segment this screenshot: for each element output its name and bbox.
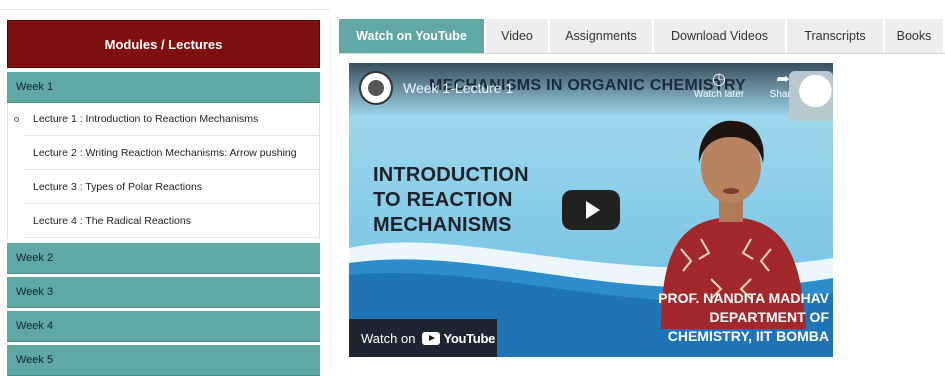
youtube-logo: YouTube: [422, 331, 495, 346]
lecture-list: Lecture 1 : Introduction to Reaction Mec…: [7, 103, 320, 239]
video-overlay-title[interactable]: Week 1-Lecture 1: [403, 80, 513, 96]
professor-caption-line: DEPARTMENT OF: [709, 309, 829, 325]
watch-later-button[interactable]: ◷ Watch later: [689, 71, 749, 100]
play-icon[interactable]: [562, 190, 620, 230]
sidebar-header: Modules / Lectures: [7, 20, 320, 68]
tabs-underline: [339, 53, 945, 54]
modules-sidebar: Modules / Lectures Week 1 Lecture 1 : In…: [5, 18, 322, 376]
week-1-item[interactable]: Week 1: [7, 72, 320, 103]
tab-download-videos[interactable]: Download Videos: [654, 19, 787, 53]
slide-heading-line: TO REACTION: [373, 189, 513, 211]
video-slide-heading: INTRODUCTION TO REACTION MECHANISMS: [373, 163, 529, 238]
tab-watch-on-youtube[interactable]: Watch on YouTube: [339, 19, 486, 53]
youtube-video-player[interactable]: MECHANISMS IN ORGANIC CHEMISTRY Week 1-L…: [349, 63, 833, 357]
week-5-item[interactable]: Week 5: [7, 345, 320, 376]
clock-icon: ◷: [712, 71, 726, 88]
professor-caption-line: PROF. NANDITA MADHAV: [658, 290, 829, 306]
content-tabs: Watch on YouTube Video Assignments Downl…: [339, 19, 945, 54]
lecture-2-link[interactable]: Lecture 2 : Writing Reaction Mechanisms:…: [24, 137, 320, 170]
slide-heading-line: MECHANISMS: [373, 214, 512, 236]
video-right-margin: [833, 63, 945, 357]
week-4-item[interactable]: Week 4: [7, 311, 320, 342]
week-2-item[interactable]: Week 2: [7, 243, 320, 274]
tab-books[interactable]: Books: [885, 19, 945, 53]
top-divider: [0, 9, 330, 10]
tab-assignments[interactable]: Assignments: [550, 19, 654, 53]
week-3-item[interactable]: Week 3: [7, 277, 320, 308]
lecture-3-link[interactable]: Lecture 3 : Types of Polar Reactions: [24, 171, 320, 204]
iit-bombay-logo-icon: [359, 71, 393, 105]
lecture-4-link[interactable]: Lecture 4 : The Radical Reactions: [24, 205, 320, 238]
lecture-1-link[interactable]: Lecture 1 : Introduction to Reaction Mec…: [24, 103, 320, 136]
slide-heading-line: INTRODUCTION: [373, 164, 529, 186]
youtube-play-icon: [422, 331, 441, 345]
professor-caption: PROF. NANDITA MADHAV DEPARTMENT OF CHEMI…: [613, 289, 833, 346]
professor-caption-line: CHEMISTRY, IIT BOMBA: [667, 328, 829, 344]
tab-transcripts[interactable]: Transcripts: [787, 19, 885, 53]
watch-on-label: Watch on: [361, 330, 416, 346]
tab-video[interactable]: Video: [486, 19, 550, 53]
sidebar-divider: [330, 18, 331, 372]
current-lecture-bullet-icon: [14, 117, 19, 122]
youtube-label: YouTube: [443, 330, 496, 346]
watch-on-youtube-button[interactable]: Watch on YouTube: [349, 319, 497, 357]
